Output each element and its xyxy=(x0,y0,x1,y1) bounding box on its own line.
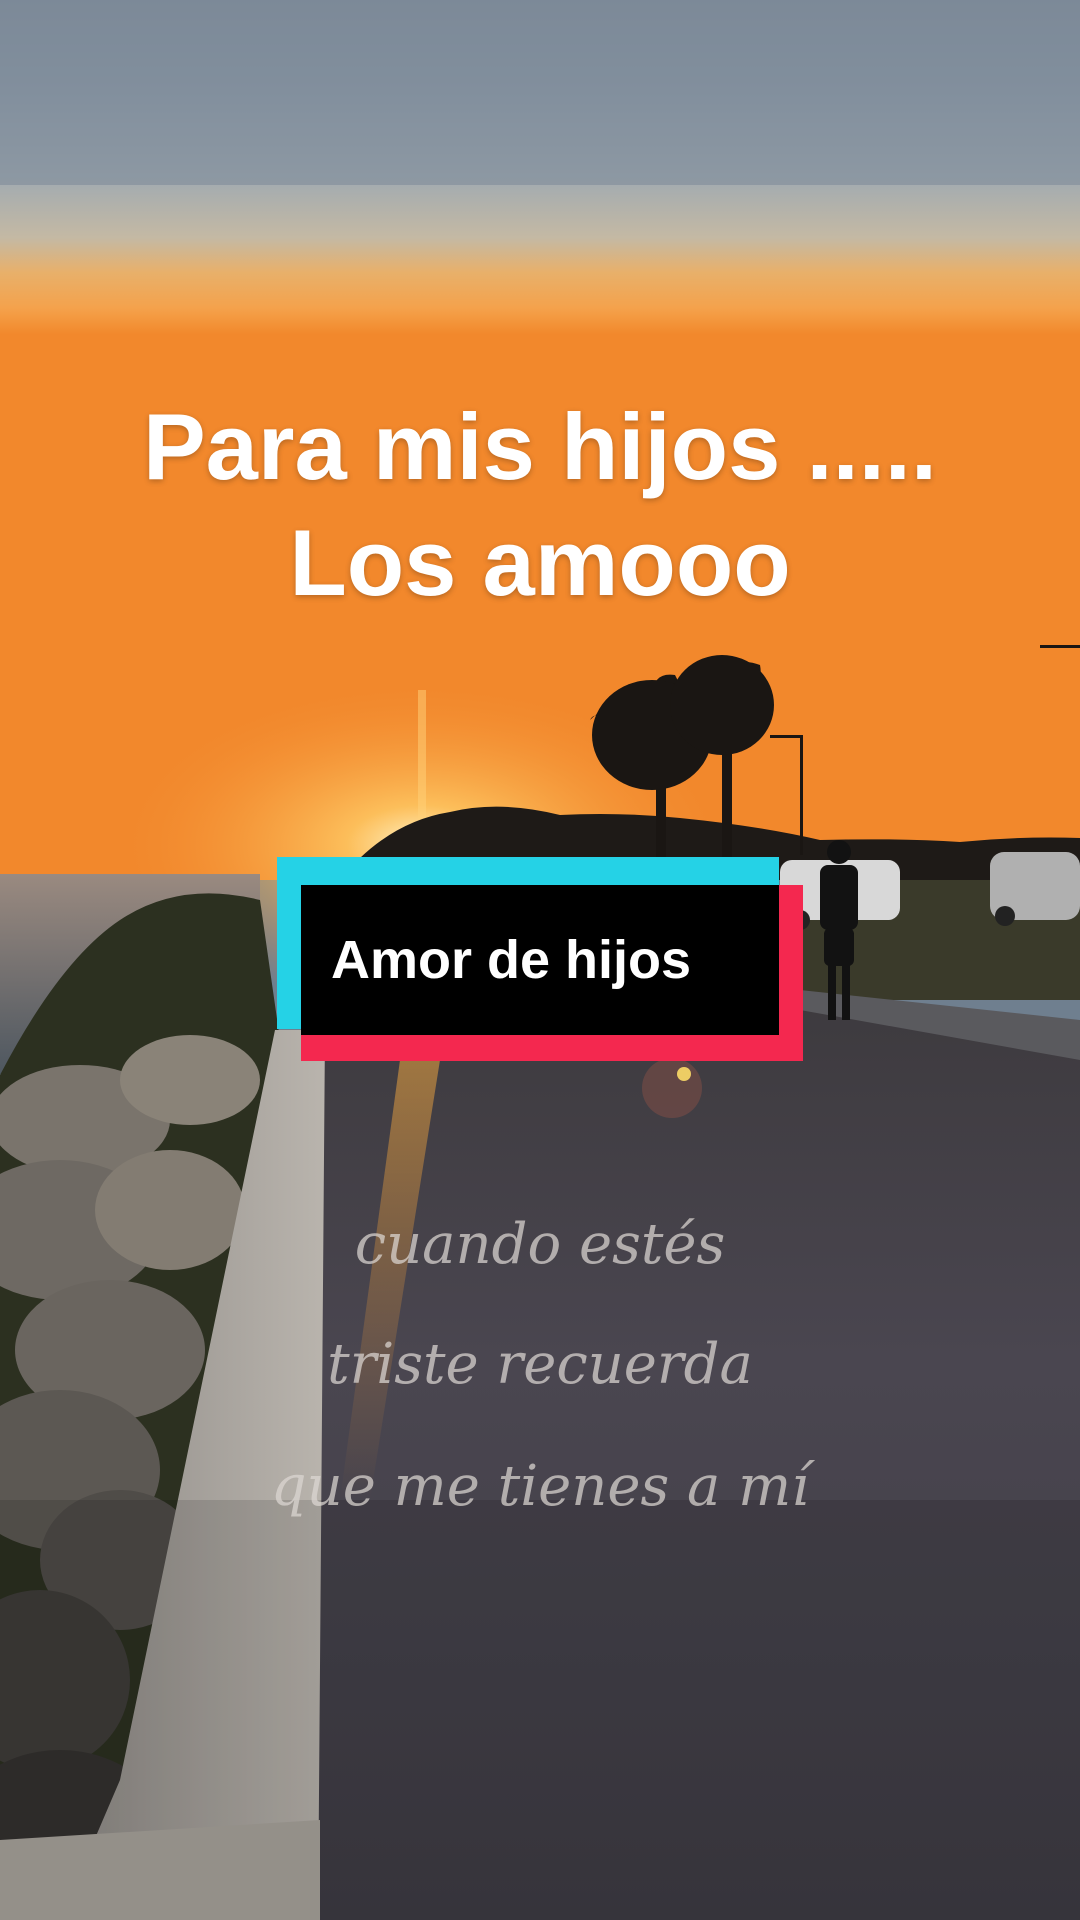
caption-card: Amor de hijos xyxy=(277,857,803,1061)
lyric-line-3: que me tienes a mí xyxy=(270,1454,810,1519)
title-line-1: Para mis hijos ..... xyxy=(142,394,938,499)
lyric-line-1: cuando estés xyxy=(354,1212,726,1277)
lyric-line-2: triste recuerda xyxy=(327,1332,753,1397)
title-line-2: Los amooo xyxy=(289,510,791,615)
card-label: Amor de hijos xyxy=(330,930,692,990)
video-frame: Para mis hijos ..... Los amooo Amor de h… xyxy=(0,0,1080,1920)
